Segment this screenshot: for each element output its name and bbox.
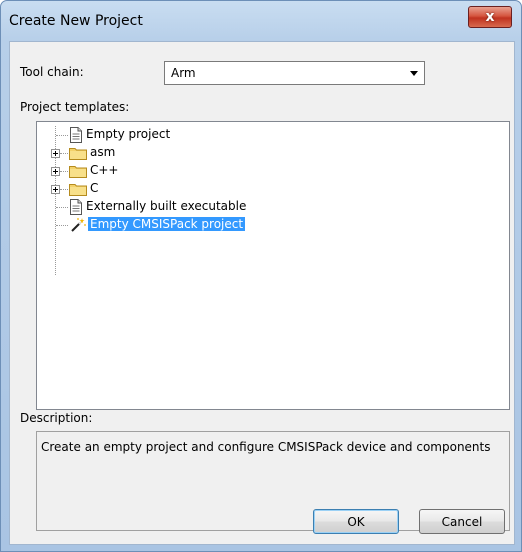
chevron-down-icon[interactable] bbox=[410, 71, 418, 76]
expand-icon[interactable] bbox=[51, 185, 60, 194]
templates-tree[interactable]: Empty project asm C++ C Externally built… bbox=[36, 121, 510, 410]
tree-item-label: C bbox=[90, 181, 99, 195]
window-title: Create New Project bbox=[9, 13, 143, 29]
templates-label: Project templates: bbox=[20, 100, 130, 114]
folder-icon bbox=[69, 184, 87, 196]
toolchain-select[interactable]: Arm bbox=[164, 61, 425, 85]
description-label: Description: bbox=[20, 411, 93, 425]
toolchain-value: Arm bbox=[171, 66, 196, 80]
dialog-body: Tool chain: Arm Project templates: Empty… bbox=[9, 41, 515, 545]
tree-item-empty-project[interactable]: Empty project bbox=[37, 126, 507, 144]
dialog-window: Create New Project x Tool chain: Arm Pro… bbox=[0, 0, 522, 552]
folder-icon bbox=[69, 166, 87, 178]
expand-icon[interactable] bbox=[51, 149, 60, 158]
close-icon: x bbox=[485, 9, 495, 25]
expand-icon[interactable] bbox=[51, 167, 60, 176]
tree-item-cpp[interactable]: C++ bbox=[37, 162, 507, 180]
toolchain-label: Tool chain: bbox=[20, 65, 84, 79]
tree-item-label: Externally built executable bbox=[86, 199, 247, 213]
ok-button[interactable]: OK bbox=[313, 509, 399, 534]
tree-item-cmsispack[interactable]: Empty CMSISPack project bbox=[37, 216, 507, 234]
close-button[interactable]: x bbox=[468, 6, 512, 28]
document-icon bbox=[70, 199, 82, 215]
tree-item-externally-built[interactable]: Externally built executable bbox=[37, 198, 507, 216]
title-bar[interactable]: Create New Project x bbox=[1, 1, 521, 41]
tree-item-label: Empty CMSISPack project bbox=[88, 217, 246, 231]
tree-item-label: Empty project bbox=[86, 127, 171, 141]
document-icon bbox=[70, 127, 82, 143]
tree-item-label: C++ bbox=[90, 163, 119, 177]
magic-wand-icon bbox=[71, 218, 86, 232]
description-text: Create an empty project and configure CM… bbox=[41, 440, 491, 454]
tree-item-label: asm bbox=[90, 145, 116, 159]
folder-icon bbox=[69, 148, 87, 160]
tree-item-asm[interactable]: asm bbox=[37, 144, 507, 162]
tree-item-c[interactable]: C bbox=[37, 180, 507, 198]
cancel-button[interactable]: Cancel bbox=[419, 509, 505, 534]
